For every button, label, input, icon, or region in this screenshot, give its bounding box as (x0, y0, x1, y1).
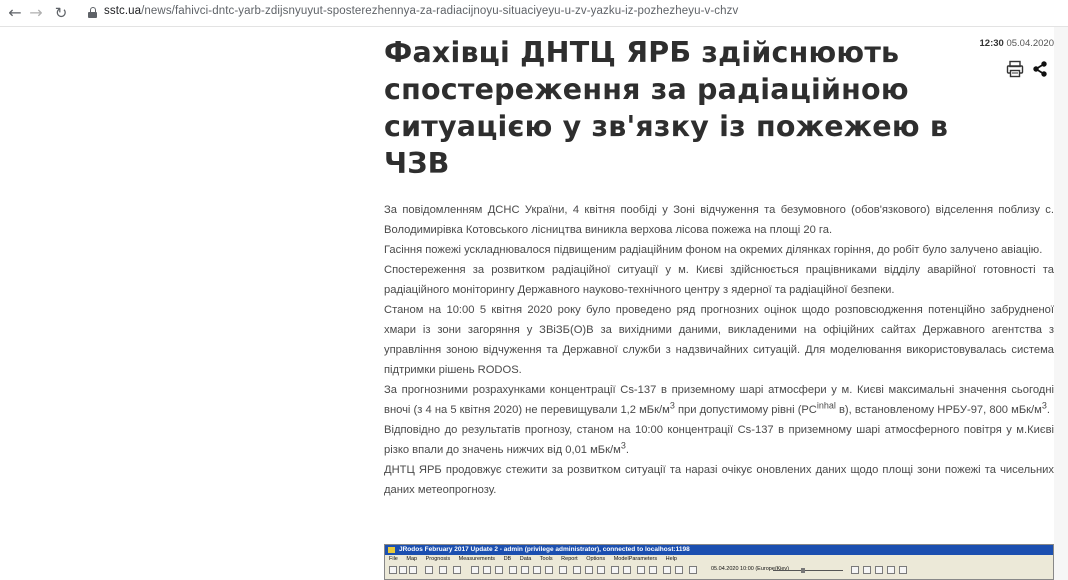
app-date-label: 05.04.2020 10:00 (Europe/Kiev) (711, 566, 789, 572)
app-tool-icon (559, 566, 567, 574)
article-title: Фахівці ДНТЦ ЯРБ здійснюють спостереженн… (384, 36, 949, 180)
app-tool-icon (887, 566, 895, 574)
app-tool-icon (453, 566, 461, 574)
app-tool-icon (597, 566, 605, 574)
paragraph-text: . (1046, 404, 1050, 416)
article-paragraph: Відповідно до результатів прогнозу, стан… (384, 420, 1054, 460)
app-tool-icon (611, 566, 619, 574)
app-time-slider (773, 568, 843, 573)
address-bar[interactable]: sstc.ua/news/fahivci-dntc-yarb-zdijsnyuy… (104, 5, 738, 17)
reload-icon[interactable]: ↻ (52, 4, 70, 22)
paragraph-text: Відповідно до результатів прогнозу, стан… (384, 424, 1054, 456)
rodos-screenshot-image: JRodos February 2017 Update 2 - admin (p… (384, 544, 1054, 580)
app-tool-icon (425, 566, 433, 574)
article-body: За повідомленням ДСНС України, 4 квітня … (384, 200, 1054, 500)
superscript: inhal (816, 400, 836, 411)
article-time: 12:30 (979, 38, 1004, 49)
back-arrow-icon[interactable]: ← (6, 4, 24, 22)
app-tool-icon (573, 566, 581, 574)
article-paragraph: За прогнозними розрахунками концентрації… (384, 380, 1054, 420)
share-icon[interactable] (1032, 61, 1048, 77)
app-tool-icon (689, 566, 697, 574)
url-path: /news/fahivci-dntc-yarb-zdijsnyuyut-spos… (141, 5, 739, 17)
app-menu-item: Tools (539, 556, 553, 562)
print-icon[interactable] (1006, 60, 1024, 78)
app-tool-icon (675, 566, 683, 574)
app-tool-icon (533, 566, 541, 574)
app-tool-icon (439, 566, 447, 574)
app-tool-icon (509, 566, 517, 574)
app-tool-icon (483, 566, 491, 574)
article-paragraph: Гасіння пожежі ускладнювалося підвищеним… (384, 244, 1043, 256)
app-menu-item: ModelParameters (613, 556, 658, 562)
app-menu-item: DB (503, 556, 512, 562)
app-tool-icon (663, 566, 671, 574)
app-menu-item: Map (406, 556, 418, 562)
app-menu-item: Report (561, 556, 578, 562)
app-tool-icon (399, 566, 407, 574)
paragraph-text: в), встановленому НРБУ-97, 800 мБк/м (835, 404, 1042, 416)
app-tool-icon (409, 566, 417, 574)
app-tool-icon (863, 566, 871, 574)
app-tool-icon (875, 566, 883, 574)
url-host: sstc.ua (104, 5, 142, 17)
app-tool-icon (623, 566, 631, 574)
app-menu-item: Data (519, 556, 532, 562)
article-paragraph: За повідомленням ДСНС України, 4 квітня … (384, 204, 1054, 236)
app-logo-icon (388, 547, 395, 553)
browser-toolbar: ← → ↻ sstc.ua/news/fahivci-dntc-yarb-zdi… (0, 0, 1068, 27)
app-tool-icon (899, 566, 907, 574)
article-paragraph: Станом на 10:00 5 квітня 2020 року було … (384, 304, 1054, 376)
app-menu-item: Help (665, 556, 677, 562)
app-menu-item: File (389, 556, 398, 562)
page-scrollbar[interactable] (1054, 27, 1068, 580)
app-menu-item: Measurements (458, 556, 496, 562)
app-tool-icon (585, 566, 593, 574)
article-paragraph: Спостереження за розвитком радіаційної с… (384, 264, 1054, 296)
app-menu-bar: File Map Prognosis Measurements DB Data … (385, 555, 1053, 564)
app-tool-icon (851, 566, 859, 574)
app-tool-icon (521, 566, 529, 574)
app-tool-icon (649, 566, 657, 574)
paragraph-text: при допустимому рівні (РС (674, 404, 817, 416)
app-tool-icon (495, 566, 503, 574)
article-paragraph: ДНТЦ ЯРБ продовжує стежити за розвитком … (384, 464, 1054, 496)
app-tool-icon (545, 566, 553, 574)
app-menu-item: Prognosis (425, 556, 451, 562)
app-tool-icon (389, 566, 397, 574)
article-datetime: 12:30 05.04.2020 (980, 38, 1055, 49)
app-menu-item: Options (586, 556, 606, 562)
app-title-text: JRodos February 2017 Update 2 - admin (p… (399, 546, 690, 553)
forward-arrow-icon[interactable]: → (27, 4, 45, 22)
paragraph-text: . (625, 444, 629, 456)
app-tool-icon (637, 566, 645, 574)
article-date: 05.04.2020 (1006, 38, 1054, 49)
app-tool-icon (471, 566, 479, 574)
lock-icon[interactable] (88, 7, 97, 18)
app-title-bar: JRodos February 2017 Update 2 - admin (p… (385, 545, 1053, 555)
app-toolbar: 05.04.2020 10:00 (Europe/Kiev) (385, 564, 1053, 576)
